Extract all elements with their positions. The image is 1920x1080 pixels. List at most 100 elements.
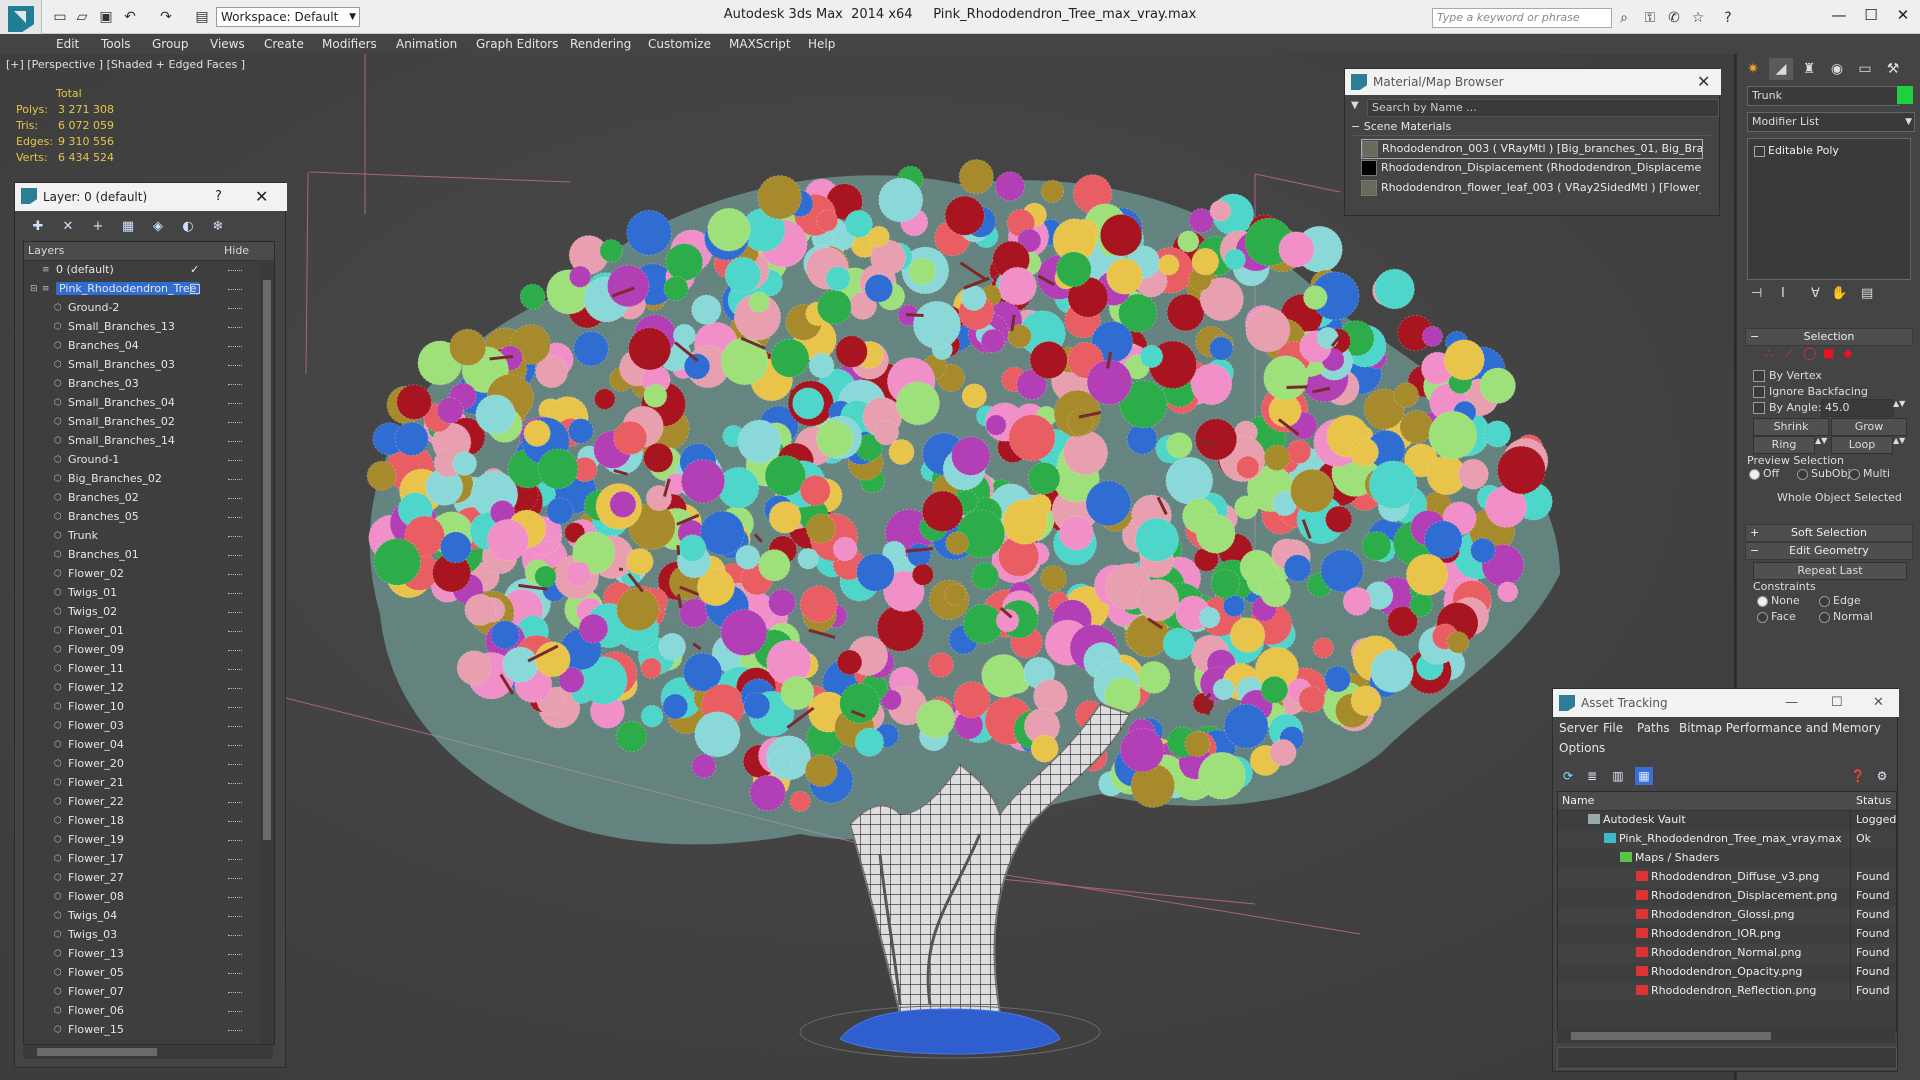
layer-horizontal-scrollbar[interactable] — [23, 1045, 273, 1059]
layer-row[interactable]: ⬡ Flower_04 — [24, 736, 252, 755]
menu-graph-editors[interactable]: Graph Editors — [476, 34, 558, 54]
layer-row[interactable]: ⬡ Twigs_04 — [24, 907, 252, 926]
soft-selection-rollout[interactable]: + Soft Selection — [1745, 524, 1913, 542]
layer-row[interactable]: ⬡ Small_Branches_04 — [24, 394, 252, 413]
asset-row[interactable]: Rhododendron_Glossi.png Found — [1558, 906, 1896, 925]
open-file-icon[interactable]: ▱ — [72, 7, 92, 27]
hide-toggle[interactable] — [228, 650, 242, 651]
layer-row[interactable]: ⬡ Flower_21 — [24, 774, 252, 793]
create-layer-icon[interactable]: ✚ — [29, 218, 47, 236]
material-item[interactable]: Rhododendron_003 ( VRayMtl ) [Big_branch… — [1361, 139, 1703, 159]
workspace-dropdown[interactable]: Workspace: Default ▼ — [216, 7, 360, 27]
make-unique-icon[interactable]: ∀ — [1811, 286, 1820, 301]
layer-row[interactable]: ⬡ Branches_05 — [24, 508, 252, 527]
repeat-last-button[interactable]: Repeat Last — [1753, 562, 1907, 580]
maximize-button[interactable]: ☐ — [1856, 0, 1886, 30]
menu-edit[interactable]: Edit — [56, 34, 79, 54]
close-icon[interactable]: ✕ — [255, 187, 268, 206]
col-status-header[interactable]: Status — [1852, 792, 1896, 811]
hide-all-layers-icon[interactable]: ◐ — [179, 218, 197, 236]
hide-toggle[interactable] — [228, 346, 242, 347]
asset-row[interactable]: Autodesk Vault Logged O — [1558, 811, 1896, 830]
layer-row[interactable]: ≡ 0 (default) ✓ — [24, 261, 252, 280]
asset-menu-bitmap-performance[interactable]: Bitmap Performance and Memory — [1679, 721, 1881, 735]
layer-row[interactable]: ⬡ Flower_27 — [24, 869, 252, 888]
asset-path-field[interactable] — [1557, 1047, 1897, 1069]
layer-row[interactable]: ⬡ Twigs_01 — [24, 584, 252, 603]
hide-toggle[interactable] — [228, 403, 242, 404]
hide-toggle[interactable] — [228, 384, 242, 385]
hide-toggle[interactable] — [228, 441, 242, 442]
grow-button[interactable]: Grow — [1831, 418, 1907, 436]
hide-toggle[interactable] — [228, 954, 242, 955]
layer-row[interactable]: ⬡ Branches_01 — [24, 546, 252, 565]
angle-spinner[interactable]: 45.0 — [1821, 399, 1894, 417]
layer-row[interactable]: ⬡ Flower_07 — [24, 983, 252, 1002]
hide-toggle[interactable] — [228, 536, 242, 537]
app-logo-icon[interactable] — [0, 0, 42, 38]
element-mode-icon[interactable]: ◆ — [1843, 346, 1852, 360]
layer-row[interactable]: ⬡ Flower_11 — [24, 660, 252, 679]
hide-toggle[interactable] — [228, 688, 242, 689]
layer-row[interactable]: ⬡ Twigs_02 — [24, 603, 252, 622]
layer-row[interactable]: ⬡ Flower_12 — [24, 679, 252, 698]
layer-row[interactable]: ⬡ Flower_18 — [24, 812, 252, 831]
asset-row[interactable]: Pink_Rhododendron_Tree_max_vray.max Ok — [1558, 830, 1896, 849]
ignore-backfacing-checkbox[interactable] — [1753, 386, 1765, 398]
asset-horizontal-scrollbar[interactable] — [1557, 1029, 1895, 1043]
hide-toggle[interactable] — [228, 840, 242, 841]
close-button[interactable]: ✕ — [1888, 0, 1918, 30]
col-hide-header[interactable]: Hide — [224, 244, 249, 257]
hide-toggle[interactable] — [228, 1011, 242, 1012]
layer-row[interactable]: ⬡ Flower_22 — [24, 793, 252, 812]
edge-mode-icon[interactable]: ⟋ — [1785, 346, 1793, 361]
hide-toggle[interactable] — [228, 669, 242, 670]
ring-spinner-icon[interactable]: ▲▼ — [1815, 436, 1827, 445]
hide-toggle[interactable] — [228, 935, 242, 936]
menu-tools[interactable]: Tools — [101, 34, 131, 54]
layer-row[interactable]: ⬡ Flower_08 — [24, 888, 252, 907]
active-layer-check-icon[interactable]: ✓ — [190, 264, 200, 275]
hide-toggle[interactable] — [228, 631, 242, 632]
menu-help[interactable]: Help — [808, 34, 835, 54]
freeze-all-layers-icon[interactable]: ❄ — [209, 218, 227, 236]
hide-toggle[interactable] — [228, 574, 242, 575]
layer-row[interactable]: ⬡ Flower_05 — [24, 964, 252, 983]
motion-tab-icon[interactable]: ◉ — [1825, 58, 1849, 80]
close-button[interactable]: ✕ — [1873, 695, 1884, 710]
hide-toggle[interactable] — [228, 270, 242, 271]
material-browser-header[interactable]: Material/Map Browser ✕ — [1345, 69, 1721, 95]
loop-spinner-icon[interactable]: ▲▼ — [1893, 436, 1905, 445]
layer-row[interactable]: ⬡ Small_Branches_14 — [24, 432, 252, 451]
table-view-icon[interactable]: ▥ — [1609, 767, 1627, 785]
asset-row[interactable]: Rhododendron_Diffuse_v3.png Found — [1558, 868, 1896, 887]
list-view-icon[interactable]: ≣ — [1583, 767, 1601, 785]
close-icon[interactable]: ✕ — [1697, 72, 1710, 91]
hide-toggle[interactable] — [228, 365, 242, 366]
new-file-icon[interactable]: ▭ — [50, 7, 70, 27]
help-button[interactable]: ? — [215, 189, 222, 204]
asset-tracking-header[interactable]: Asset Tracking — ☐ ✕ — [1553, 689, 1899, 717]
delete-layer-icon[interactable]: ✕ — [59, 218, 77, 236]
menu-animation[interactable]: Animation — [396, 34, 457, 54]
asset-menu-server[interactable]: Server — [1559, 721, 1598, 735]
hide-toggle[interactable] — [228, 1030, 242, 1031]
redo-icon[interactable]: ↷ — [156, 7, 176, 27]
preview-off-radio[interactable] — [1749, 469, 1760, 480]
hide-toggle[interactable] — [228, 612, 242, 613]
configure-sets-icon[interactable]: ▤ — [1861, 286, 1873, 301]
settings-icon[interactable]: ⚙ — [1873, 767, 1891, 785]
menu-maxscript[interactable]: MAXScript — [729, 34, 791, 54]
object-name-field[interactable]: Trunk — [1747, 86, 1899, 106]
hide-toggle[interactable] — [228, 517, 242, 518]
by-angle-checkbox[interactable] — [1753, 402, 1765, 414]
menu-create[interactable]: Create — [264, 34, 304, 54]
col-layers-header[interactable]: Layers — [28, 244, 64, 257]
constraint-edge-radio[interactable] — [1819, 596, 1830, 607]
asset-menu-paths[interactable]: Paths — [1637, 721, 1670, 735]
preview-subobj-radio[interactable] — [1797, 469, 1808, 480]
expand-toggle-icon[interactable]: ⊟ — [30, 284, 40, 294]
preview-multi-radio[interactable] — [1849, 469, 1860, 480]
grid-view-icon[interactable]: ▦ — [1635, 767, 1653, 785]
layer-scrollbar[interactable] — [260, 260, 274, 1044]
